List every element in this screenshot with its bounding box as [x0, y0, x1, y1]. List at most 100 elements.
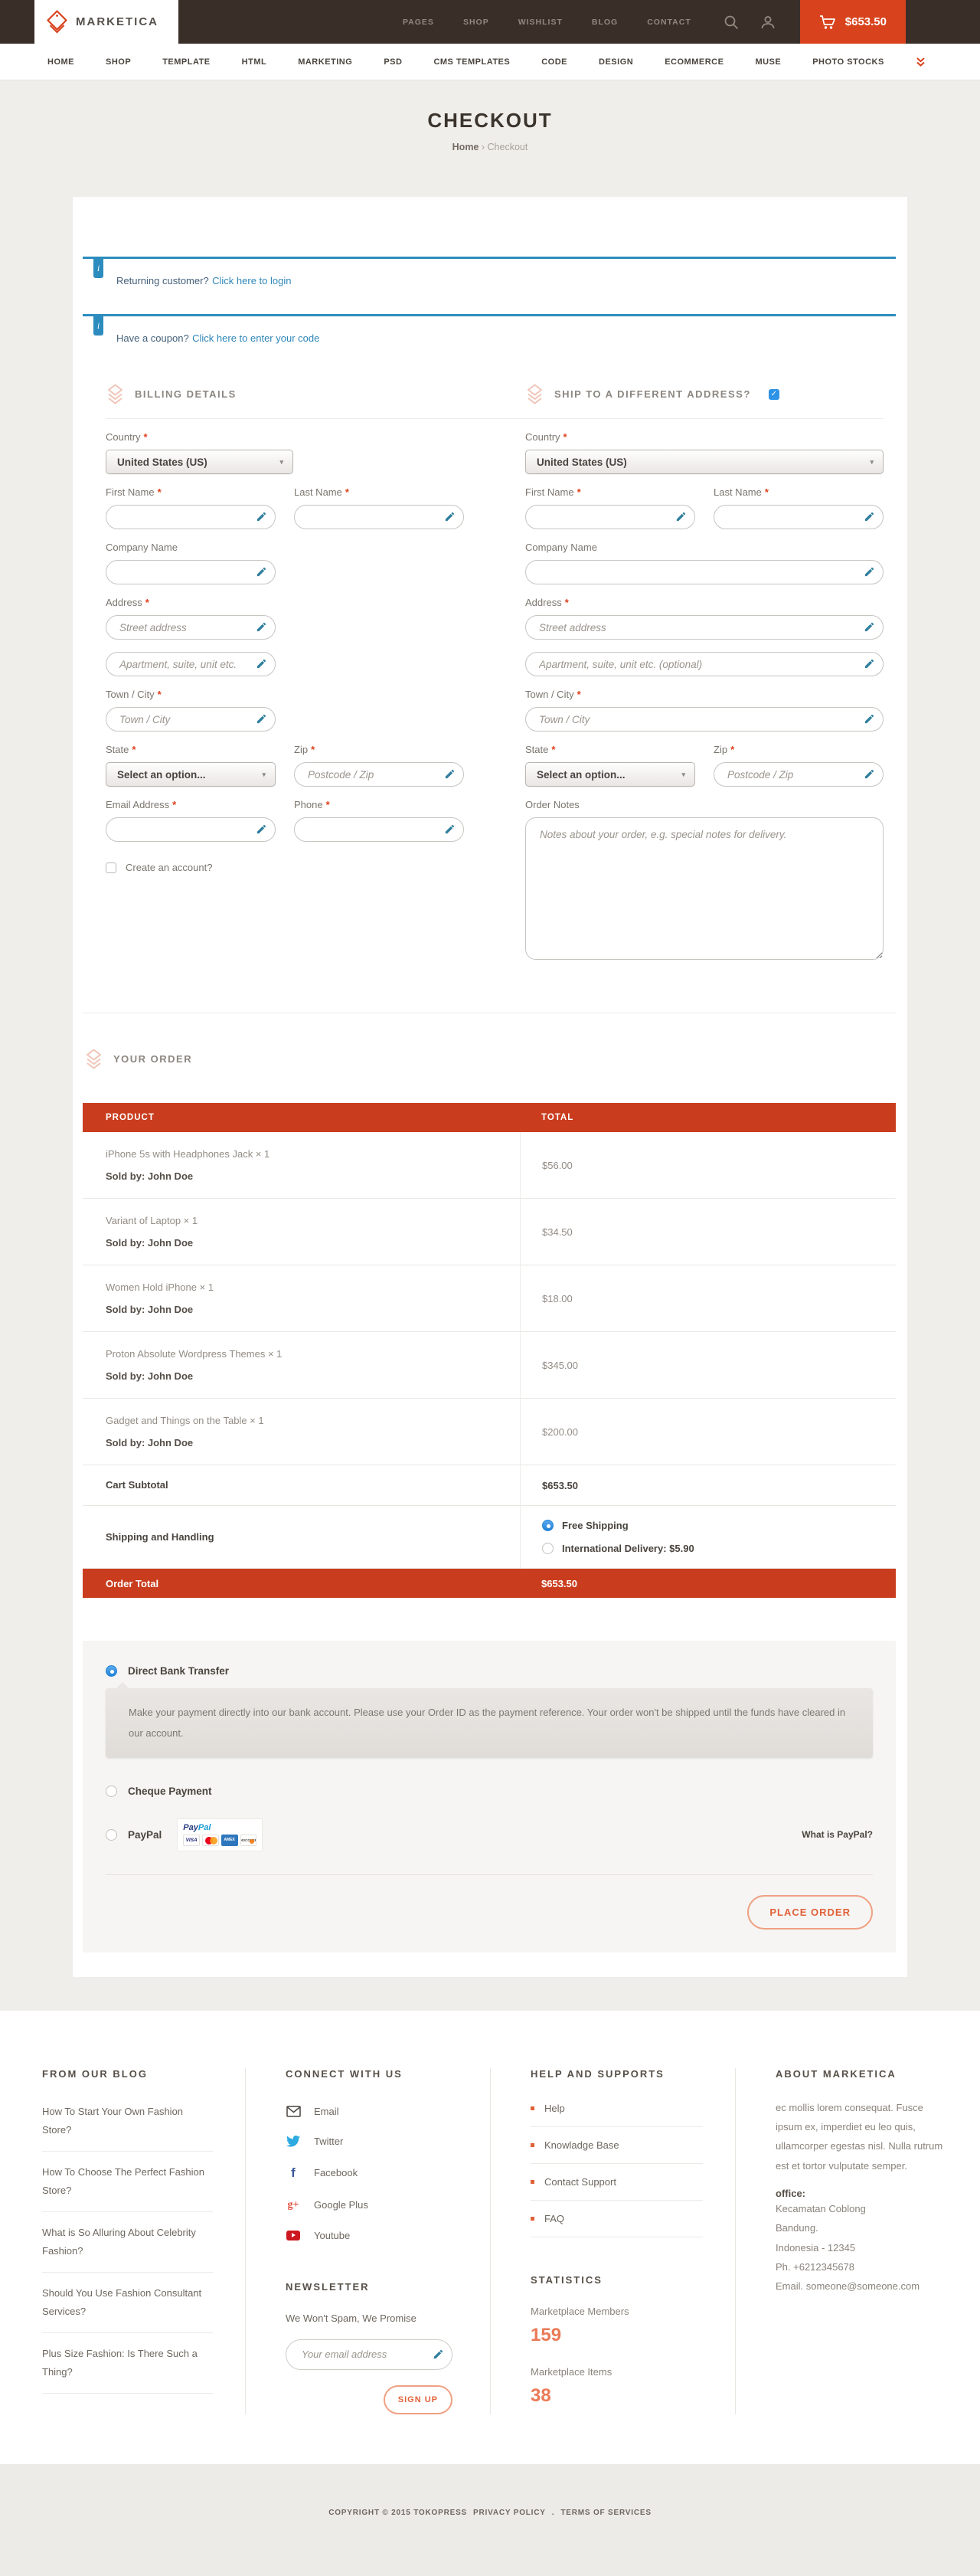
order-notes-textarea[interactable]	[525, 817, 884, 960]
billing-form: Country* United States (US) ▾ First Name…	[106, 419, 464, 964]
shipping-town-input[interactable]	[525, 707, 884, 732]
billing-zip-input[interactable]	[294, 762, 464, 787]
billing-address1-input[interactable]	[106, 615, 276, 640]
subnav-photo-stocks[interactable]: PHOTO STOCKS	[812, 57, 884, 67]
order-item-row: Proton Absolute Wordpress Themes × 1Sold…	[83, 1332, 896, 1399]
footer-help-column: HELP AND SUPPORTS Help Knowladge Base Co…	[490, 2068, 735, 2414]
pen-icon	[256, 713, 267, 725]
subnav-psd[interactable]: PSD	[384, 57, 402, 67]
help-link[interactable]: Help	[531, 2090, 703, 2127]
cart-total: $653.50	[845, 15, 887, 28]
pen-icon	[864, 621, 875, 633]
subnav-template[interactable]: TEMPLATE	[162, 57, 210, 67]
billing-state-select[interactable]: Select an option... ▾	[106, 762, 276, 787]
billing-details-heading: BILLING DETAILS	[106, 384, 464, 404]
create-account-checkbox[interactable]	[106, 862, 116, 873]
terms-of-services-link[interactable]: TERMS OF SERVICES	[560, 2509, 651, 2517]
nav-pages[interactable]: PAGES	[403, 18, 434, 27]
help-link[interactable]: FAQ	[531, 2201, 703, 2237]
subnav-ecommerce[interactable]: ECOMMERCE	[665, 57, 724, 67]
subnav-shop[interactable]: SHOP	[106, 57, 131, 67]
billing-first-name-input[interactable]	[106, 505, 276, 529]
search-icon[interactable]	[724, 15, 739, 30]
pen-icon	[864, 511, 875, 522]
login-link[interactable]: Click here to login	[212, 275, 291, 286]
shipping-last-name-input[interactable]	[714, 505, 884, 529]
shipping-address2-input[interactable]	[525, 652, 884, 676]
subnav-home[interactable]: HOME	[47, 57, 74, 67]
pen-icon	[256, 621, 267, 633]
subnav-cms-templates[interactable]: CMS TEMPLATES	[433, 57, 510, 67]
subnav-marketing[interactable]: MARKETING	[298, 57, 352, 67]
help-link[interactable]: Contact Support	[531, 2164, 703, 2201]
social-link-facebook[interactable]: f Facebook	[286, 2156, 458, 2190]
subnav-html[interactable]: HTML	[242, 57, 267, 67]
billing-town-input[interactable]	[106, 707, 276, 732]
help-link[interactable]: Knowladge Base	[531, 2127, 703, 2164]
facebook-icon: f	[286, 2165, 301, 2181]
shipping-zip-input[interactable]	[714, 762, 884, 787]
blog-link[interactable]: How To Start Your Own Fashion Store?	[42, 2091, 213, 2152]
footer-blog-column: FROM OUR BLOG How To Start Your Own Fash…	[0, 2068, 245, 2414]
billing-last-name-input[interactable]	[294, 505, 464, 529]
free-shipping-radio[interactable]	[542, 1520, 554, 1531]
shipping-company-input[interactable]	[525, 560, 884, 584]
privacy-policy-link[interactable]: PRIVACY POLICY	[473, 2509, 546, 2517]
billing-address2-input[interactable]	[106, 652, 276, 676]
signup-button[interactable]: SIGN UP	[384, 2385, 452, 2414]
chevron-down-icon: ▾	[262, 771, 266, 779]
coupon-link[interactable]: Click here to enter your code	[192, 332, 319, 344]
user-icon[interactable]	[760, 15, 776, 30]
social-link-youtube[interactable]: Youtube	[286, 2221, 458, 2250]
billing-phone-input[interactable]	[294, 817, 464, 842]
breadcrumb: Home › Checkout	[0, 142, 980, 152]
your-order-heading: YOUR ORDER	[83, 1013, 896, 1069]
shipping-address1-input[interactable]	[525, 615, 884, 640]
brand-logo[interactable]: MARKETICA	[34, 0, 178, 44]
subnav-muse[interactable]: MUSE	[755, 57, 781, 67]
blog-link[interactable]: How To Choose The Perfect Fashion Store?	[42, 2152, 213, 2212]
international-delivery-radio[interactable]	[542, 1543, 554, 1554]
place-order-button[interactable]: PLACE ORDER	[747, 1895, 873, 1930]
bullet-icon	[531, 2180, 534, 2184]
blog-link[interactable]: What is So Alluring About Celebrity Fash…	[42, 2212, 213, 2273]
more-categories-chevron-icon[interactable]	[916, 57, 926, 67]
category-nav: HOME SHOP TEMPLATE HTML MARKETING PSD CM…	[0, 44, 980, 80]
paypal-radio[interactable]	[106, 1829, 117, 1841]
ship-different-address-checkbox[interactable]: ✓	[769, 389, 779, 400]
billing-email-input[interactable]	[106, 817, 276, 842]
paypal-cards-image: PayPal VISA AMEX DISCOVER	[177, 1818, 263, 1851]
your-order-section: YOUR ORDER PRODUCT TOTAL iPhone 5s with …	[83, 1013, 896, 1598]
shipping-first-name-input[interactable]	[525, 505, 695, 529]
nav-wishlist[interactable]: WISHLIST	[518, 18, 563, 27]
discover-card-icon: DISCOVER	[240, 1835, 257, 1846]
shipping-country-select[interactable]: United States (US) ▾	[525, 450, 884, 474]
social-link-twitter[interactable]: Twitter	[286, 2126, 458, 2156]
nav-contact[interactable]: CONTACT	[647, 18, 691, 27]
returning-customer-notice: i Returning customer? Click here to logi…	[83, 257, 896, 300]
order-item-row: Gadget and Things on the Table × 1Sold b…	[83, 1399, 896, 1465]
breadcrumb-home-link[interactable]: Home	[452, 142, 479, 152]
shipping-state-select[interactable]: Select an option... ▾	[525, 762, 695, 787]
pen-icon	[433, 2349, 444, 2360]
direct-bank-transfer-radio[interactable]	[106, 1665, 117, 1677]
footer-connect-column: CONNECT WITH US Email Twitter f Facebook…	[245, 2068, 490, 2414]
email-icon	[286, 2106, 301, 2117]
social-link-email[interactable]: Email	[286, 2096, 458, 2126]
top-header: MARKETICA PAGES SHOP WISHLIST BLOG CONTA…	[0, 0, 980, 44]
billing-company-input[interactable]	[106, 560, 276, 584]
cart-button[interactable]: $653.50	[800, 0, 906, 44]
social-link-google-plus[interactable]: g+ Google Plus	[286, 2190, 458, 2221]
blog-link[interactable]: Should You Use Fashion Consultant Servic…	[42, 2273, 213, 2333]
subnav-code[interactable]: CODE	[541, 57, 567, 67]
payment-methods: Direct Bank Transfer Make your payment d…	[83, 1641, 896, 1952]
nav-shop[interactable]: SHOP	[463, 18, 489, 27]
nav-blog[interactable]: BLOG	[592, 18, 618, 27]
what-is-paypal-link[interactable]: What is PayPal?	[802, 1829, 873, 1840]
newsletter-email-input[interactable]	[286, 2339, 452, 2370]
subnav-design[interactable]: DESIGN	[599, 57, 633, 67]
blog-link[interactable]: Plus Size Fashion: Is There Such a Thing…	[42, 2333, 213, 2394]
billing-country-select[interactable]: United States (US) ▾	[106, 450, 293, 474]
cheque-payment-radio[interactable]	[106, 1786, 117, 1797]
pen-icon	[256, 823, 267, 835]
